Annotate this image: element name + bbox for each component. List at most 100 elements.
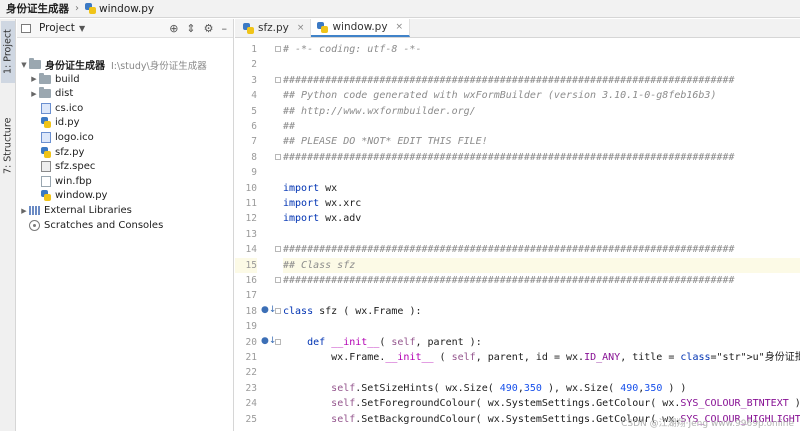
fold-marker-icon[interactable] xyxy=(275,46,281,52)
line-number: 11 xyxy=(245,198,257,209)
line-number: 21 xyxy=(245,352,257,363)
line-number: 25 xyxy=(245,413,257,425)
file-icon xyxy=(41,175,51,187)
close-icon[interactable]: × xyxy=(297,23,305,33)
code-line[interactable] xyxy=(283,365,800,380)
locate-icon[interactable]: ⊕ xyxy=(169,22,178,35)
code-line[interactable]: ## PLEASE DO *NOT* EDIT THIS FILE! xyxy=(283,134,800,149)
tree-file[interactable]: window.py xyxy=(41,188,107,203)
override-marker-icon[interactable]: ●↓ xyxy=(261,336,276,346)
collapse-all-icon[interactable]: ⇕ xyxy=(186,22,195,35)
code-line[interactable]: class sfz ( wx.Frame ): xyxy=(283,304,800,319)
fold-marker-icon[interactable] xyxy=(275,277,281,283)
editor-tab[interactable]: sfz.py × xyxy=(237,19,312,37)
tree-item-label: sfz.py xyxy=(55,146,85,158)
code-line[interactable]: ########################################… xyxy=(283,150,800,165)
code-editor: sfz.py × window.py × 1 2 3 4 5 6 7 8 9 10 11 12 13 14 15 1… xyxy=(235,19,800,431)
tree-item-label: sfz.spec xyxy=(55,161,96,173)
tree-file[interactable]: sfz.py xyxy=(41,145,84,160)
line-number: 18 xyxy=(245,305,257,317)
editor-tab-label: window.py xyxy=(332,21,388,33)
breadcrumb-file-label: window.py xyxy=(99,2,155,15)
code-area[interactable]: # -*- coding: utf-8 -*- #################… xyxy=(283,38,800,431)
tree-folder[interactable]: ▶ build xyxy=(29,72,80,87)
tree-item-label: logo.ico xyxy=(55,132,94,143)
tree-scratches[interactable]: Scratches and Consoles xyxy=(29,218,163,233)
tree-file[interactable]: id.py xyxy=(41,115,80,130)
tree-root-label: 身份证生成器 xyxy=(45,61,105,72)
line-number: 19 xyxy=(245,321,257,333)
code-line[interactable]: def __init__( self, parent ): xyxy=(283,335,800,350)
code-line[interactable]: wx.Frame.__init__ ( self, parent, id = w… xyxy=(283,350,800,365)
structure-tool-tab[interactable]: 7: Structure xyxy=(1,109,15,183)
line-number: 14 xyxy=(245,244,257,256)
python-file-icon xyxy=(41,117,51,129)
python-file-icon xyxy=(243,22,254,34)
breadcrumb-project[interactable]: 身份证生成器 xyxy=(6,1,69,16)
line-number: 17 xyxy=(245,290,257,302)
code-line[interactable] xyxy=(283,57,800,72)
tree-item-label: id.py xyxy=(55,117,80,129)
override-marker-icon[interactable]: ●↓ xyxy=(261,305,276,315)
line-number: 3 xyxy=(251,74,257,86)
code-line[interactable] xyxy=(283,319,800,334)
line-number: 12 xyxy=(245,213,257,225)
tree-folder[interactable]: ▶ dist xyxy=(29,86,73,101)
code-line[interactable]: # -*- coding: utf-8 -*- xyxy=(283,42,800,57)
code-line[interactable] xyxy=(283,288,800,303)
chevron-right-icon[interactable]: ▶ xyxy=(29,75,39,83)
code-line[interactable]: ## xyxy=(283,119,800,134)
line-number: 7 xyxy=(251,136,257,148)
breadcrumb-file[interactable]: window.py xyxy=(85,3,154,15)
line-number: 24 xyxy=(245,398,257,410)
project-panel-header: Project ▼ ⊕ ⇕ ⚙ – xyxy=(17,19,233,38)
code-line[interactable] xyxy=(283,165,800,180)
tree-external-libraries[interactable]: ▶ External Libraries xyxy=(19,203,132,218)
project-view-icon xyxy=(21,23,31,33)
project-panel: Project ▼ ⊕ ⇕ ⚙ – ▼ 身份证生成器 I:\study\身份证生成器… xyxy=(17,19,234,431)
project-tool-tab[interactable]: 1: Project xyxy=(1,21,15,83)
chevron-down-icon[interactable]: ▼ xyxy=(79,24,85,33)
code-line[interactable]: ########################################… xyxy=(283,273,800,288)
code-line[interactable] xyxy=(283,227,800,242)
editor-tab[interactable]: window.py × xyxy=(311,19,411,37)
code-line[interactable]: import wx.xrc xyxy=(283,196,800,211)
code-line[interactable]: ## Python code generated with wxFormBuil… xyxy=(283,88,800,103)
tree-file[interactable]: win.fbp xyxy=(41,174,92,189)
spec-file-icon xyxy=(41,161,51,173)
code-line[interactable]: ## http://www.wxformbuilder.org/ xyxy=(283,104,800,119)
code-line[interactable]: ########################################… xyxy=(283,73,800,88)
line-number: 9 xyxy=(251,167,257,179)
tree-file[interactable]: logo.ico xyxy=(41,130,94,145)
line-number: 23 xyxy=(245,382,257,394)
hide-icon[interactable]: – xyxy=(222,22,228,35)
code-line[interactable]: self.SetSizeHints( wx.Size( 490,350 ), w… xyxy=(283,381,800,396)
line-number-gutter: 1 2 3 4 5 6 7 8 9 10 11 12 13 14 15 16 17 18 ●↓ 19 20 ●↓ 21 22 2… xyxy=(235,38,283,431)
fold-marker-icon[interactable] xyxy=(275,76,281,83)
code-line[interactable]: import wx.adv xyxy=(283,211,800,226)
python-file-icon xyxy=(85,3,96,14)
fold-marker-icon[interactable] xyxy=(275,246,281,253)
tree-item-label: dist xyxy=(55,88,74,100)
code-line[interactable]: import wx xyxy=(283,181,800,196)
tree-file[interactable]: cs.ico xyxy=(41,101,83,116)
chevron-right-icon[interactable]: ▶ xyxy=(29,90,39,98)
tree-item-label: cs.ico xyxy=(55,102,84,114)
image-file-icon xyxy=(41,132,51,143)
fold-marker-icon[interactable] xyxy=(275,153,281,160)
close-icon[interactable]: × xyxy=(396,22,404,32)
project-panel-title[interactable]: Project xyxy=(39,22,75,34)
line-number: 2 xyxy=(251,59,257,71)
code-line[interactable]: ## Class sfz xyxy=(283,257,800,273)
chevron-down-icon[interactable]: ▼ xyxy=(19,61,29,69)
line-number: 1 xyxy=(251,44,257,55)
gear-icon[interactable]: ⚙ xyxy=(204,22,214,35)
tree-file[interactable]: sfz.spec xyxy=(41,159,95,174)
chevron-right-icon[interactable]: ▶ xyxy=(19,207,29,215)
editor-tab-label: sfz.py xyxy=(258,22,289,34)
code-line[interactable]: ########################################… xyxy=(283,242,800,257)
line-number: 4 xyxy=(251,90,257,102)
scratches-label: Scratches and Consoles xyxy=(44,219,164,231)
tree-root-folder[interactable]: ▼ 身份证生成器 I:\study\身份证生成器 xyxy=(19,57,207,72)
code-line[interactable]: self.SetForegroundColour( wx.SystemSetti… xyxy=(283,396,800,411)
